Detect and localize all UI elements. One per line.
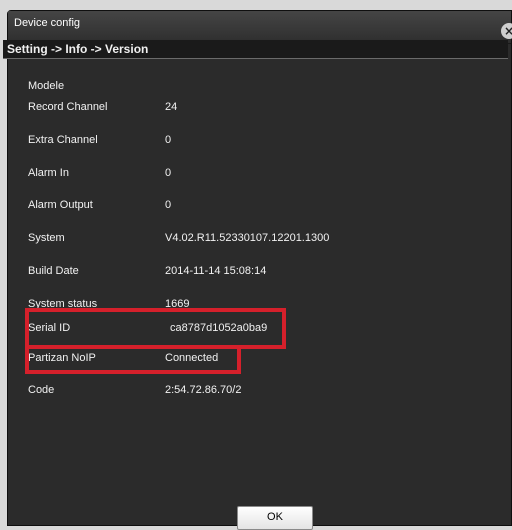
close-icon[interactable]: × <box>501 23 512 39</box>
row-value: 0 <box>165 167 172 179</box>
ok-button[interactable]: OK <box>237 506 313 530</box>
row-value: 2:54.72.86.70/2 <box>165 384 242 396</box>
row-label: Record Channel <box>28 101 108 113</box>
noip-highlight <box>25 345 241 374</box>
row-label: Code <box>28 384 55 396</box>
row-value: 0 <box>165 134 172 146</box>
serial-id-highlight <box>25 308 286 349</box>
row-value: 0 <box>165 199 172 211</box>
breadcrumb: Setting -> Info -> Version <box>3 40 508 59</box>
row-label: System <box>28 232 65 244</box>
row-label: Extra Channel <box>28 134 98 146</box>
row-value: V4.02.R11.52330107.12201.1300 <box>165 232 330 244</box>
row-label: Alarm Output <box>28 199 93 211</box>
row-value: 2014-11-14 15:08:14 <box>165 265 267 277</box>
window-title: Device config <box>14 17 81 29</box>
row-value: 24 <box>165 101 178 113</box>
row-label: Alarm In <box>28 167 69 179</box>
row-label: Build Date <box>28 265 79 277</box>
section-label: Modele <box>28 80 65 92</box>
